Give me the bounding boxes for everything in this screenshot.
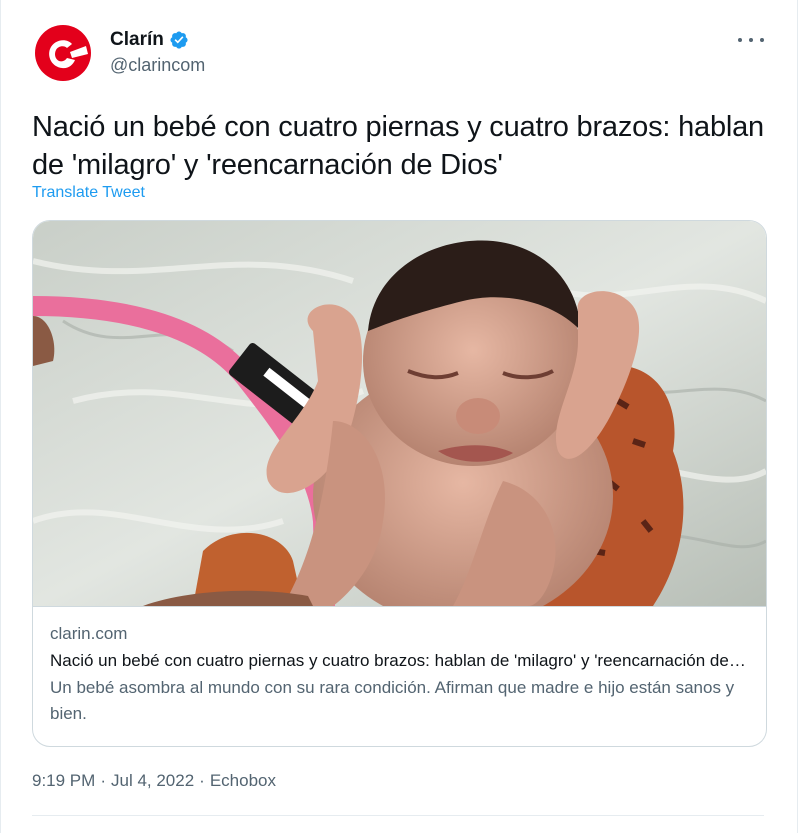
tweet-text: Nació un bebé con cuatro piernas y cuatr… [32, 111, 764, 181]
separator: · [199, 771, 205, 790]
link-card[interactable]: clarin.com Nació un bebé con cuatro pier… [32, 220, 767, 747]
translate-tweet-link[interactable]: Translate Tweet [32, 184, 145, 202]
divider [32, 815, 764, 816]
author-row[interactable]: Clarín [110, 29, 189, 51]
tweet-date[interactable]: Jul 4, 2022 [111, 771, 194, 790]
more-options-icon[interactable] [738, 30, 764, 50]
verified-badge-icon [169, 30, 189, 50]
card-domain: clarin.com [50, 624, 128, 643]
dot [760, 38, 764, 42]
avatar[interactable] [34, 24, 92, 82]
tweet-container: Clarín @clarincom Nació un bebé con cuat… [0, 0, 798, 833]
handle[interactable]: @clarincom [110, 55, 205, 76]
separator: · [100, 771, 106, 790]
card-description: Un bebé asombra al mundo con su rara con… [50, 678, 735, 723]
dot [749, 38, 753, 42]
card-image[interactable] [33, 221, 766, 606]
card-title: Nació un bebé con cuatro piernas y cuatr… [50, 651, 748, 670]
tweet-timestamp: 9:19 PM · Jul 4, 2022 · Echobox [32, 771, 276, 791]
display-name[interactable]: Clarín [110, 29, 164, 51]
card-meta[interactable]: clarin.com Nació un bebé con cuatro pier… [33, 606, 766, 727]
dot [738, 38, 742, 42]
tweet-time[interactable]: 9:19 PM [32, 771, 95, 790]
clarin-logo-icon [35, 25, 91, 81]
tweet-source[interactable]: Echobox [210, 771, 276, 790]
